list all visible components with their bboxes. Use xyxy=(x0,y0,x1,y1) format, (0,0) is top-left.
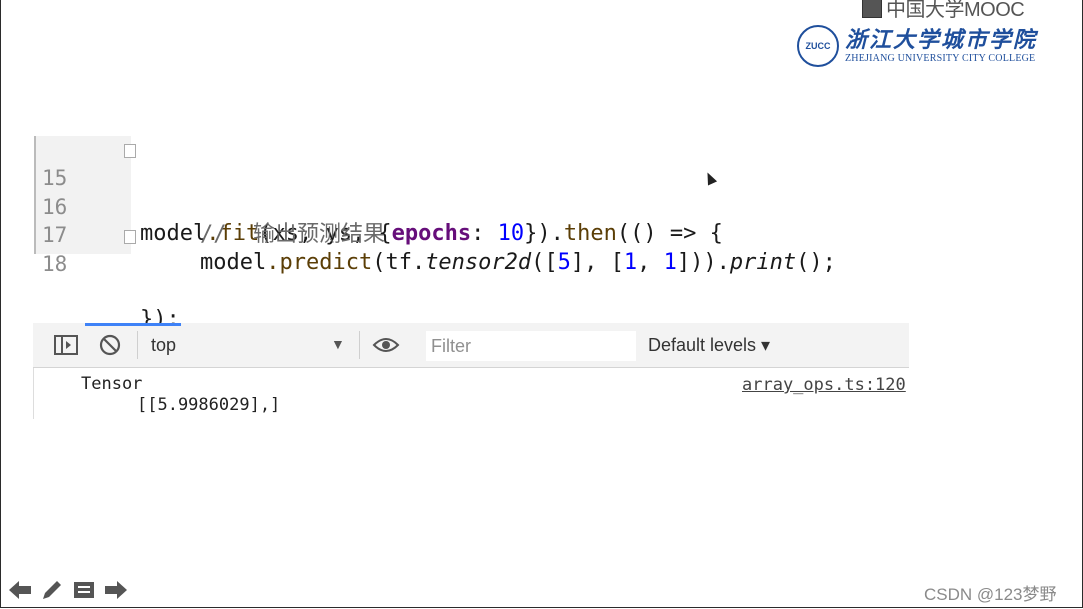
watermark: CSDN @123梦野 xyxy=(924,585,1057,604)
token-model: model xyxy=(200,250,267,275)
console-toolbar: top ▼ Default levels ▾ xyxy=(33,323,909,368)
slide-frame xyxy=(0,0,1083,608)
source-link[interactable]: array_ops.ts:120 xyxy=(742,375,910,395)
devtools-console: top ▼ Default levels ▾ Tensor [[5.998602… xyxy=(33,323,910,419)
token-tensor2d: tensor2d xyxy=(425,250,532,275)
console-message: Tensor xyxy=(81,374,143,394)
token-mid: ], [ xyxy=(570,250,624,275)
college-name-cn: 浙江大学城市学院 xyxy=(845,27,1038,53)
arrow-right-icon[interactable] xyxy=(104,578,128,602)
log-levels-dropdown[interactable]: Default levels ▾ xyxy=(648,335,770,356)
code-text: model.predict(tf.tensor2d([5], [1, 1])).… xyxy=(200,249,836,277)
college-logo: ZUCC 浙江大学城市学院 ZHEJIANG UNIVERSITY CITY C… xyxy=(797,25,1037,67)
token-then-open: }). xyxy=(524,221,564,246)
filter-input[interactable] xyxy=(426,331,636,361)
token-colon: : xyxy=(471,221,498,246)
token-arrow: (() => { xyxy=(616,221,723,246)
line-number: 18 xyxy=(42,252,68,276)
arrow-left-icon[interactable] xyxy=(8,578,32,602)
token-epochs: epochs xyxy=(391,221,472,246)
mooc-logo-text: 中国大学MOOC xyxy=(886,0,1025,21)
code-line-18: 18 }); xyxy=(34,222,180,332)
mooc-logo: 中国大学MOOC xyxy=(862,0,1025,21)
chevron-down-icon[interactable]: ▼ xyxy=(331,336,345,352)
token-one-b: 1 xyxy=(663,250,677,275)
college-name: 浙江大学城市学院 ZHEJIANG UNIVERSITY CITY COLLEG… xyxy=(845,27,1037,65)
toolbar-divider xyxy=(359,331,360,359)
college-name-en: ZHEJIANG UNIVERSITY CITY COLLEGE xyxy=(845,53,1036,64)
fold-marker-icon[interactable] xyxy=(124,144,136,158)
token-five: 5 xyxy=(557,250,571,275)
console-message-value: [[5.9986029],] xyxy=(137,395,281,415)
token-end: (); xyxy=(796,250,836,275)
code-line-16: 16 // 输出预测结果 xyxy=(34,165,385,247)
fold-marker-icon[interactable] xyxy=(124,230,136,244)
college-seal-icon: ZUCC xyxy=(797,25,839,67)
console-output: Tensor [[5.9986029],] array_ops.ts:120 xyxy=(33,368,910,419)
token-then: then xyxy=(563,221,617,246)
pen-icon[interactable] xyxy=(40,578,64,602)
token-print: print xyxy=(729,250,797,275)
code-line-15: 15 model.fit(xs, ys, {epochs: 10}).then(… xyxy=(34,136,723,246)
context-selector[interactable]: top xyxy=(151,335,176,356)
code-editor: 15 model.fit(xs, ys, {epochs: 10}).then(… xyxy=(34,136,934,332)
token-ten: 10 xyxy=(497,221,525,246)
slide-nav xyxy=(8,578,128,602)
token-comma: , xyxy=(637,250,664,275)
mooc-logo-icon xyxy=(862,0,882,18)
menu-icon[interactable] xyxy=(72,578,96,602)
toolbar-divider xyxy=(137,331,138,359)
active-tab-indicator xyxy=(85,323,181,326)
token-one-a: 1 xyxy=(623,250,638,275)
token-tf-open: (tf. xyxy=(372,250,426,275)
token-predict: .predict xyxy=(266,250,373,275)
eye-icon[interactable] xyxy=(371,333,401,357)
token-model: model xyxy=(140,221,207,246)
token-open-bracket: ([ xyxy=(531,250,558,275)
clear-console-icon[interactable] xyxy=(97,333,123,357)
token-close: ])). xyxy=(676,250,730,275)
sidebar-toggle-icon[interactable] xyxy=(53,333,79,357)
code-line-17: 17 model.predict(tf.tensor2d([5], [1, 1]… xyxy=(34,193,836,275)
code-comment: // 输出预测结果 xyxy=(200,222,385,247)
college-seal-text: ZUCC xyxy=(805,41,831,51)
